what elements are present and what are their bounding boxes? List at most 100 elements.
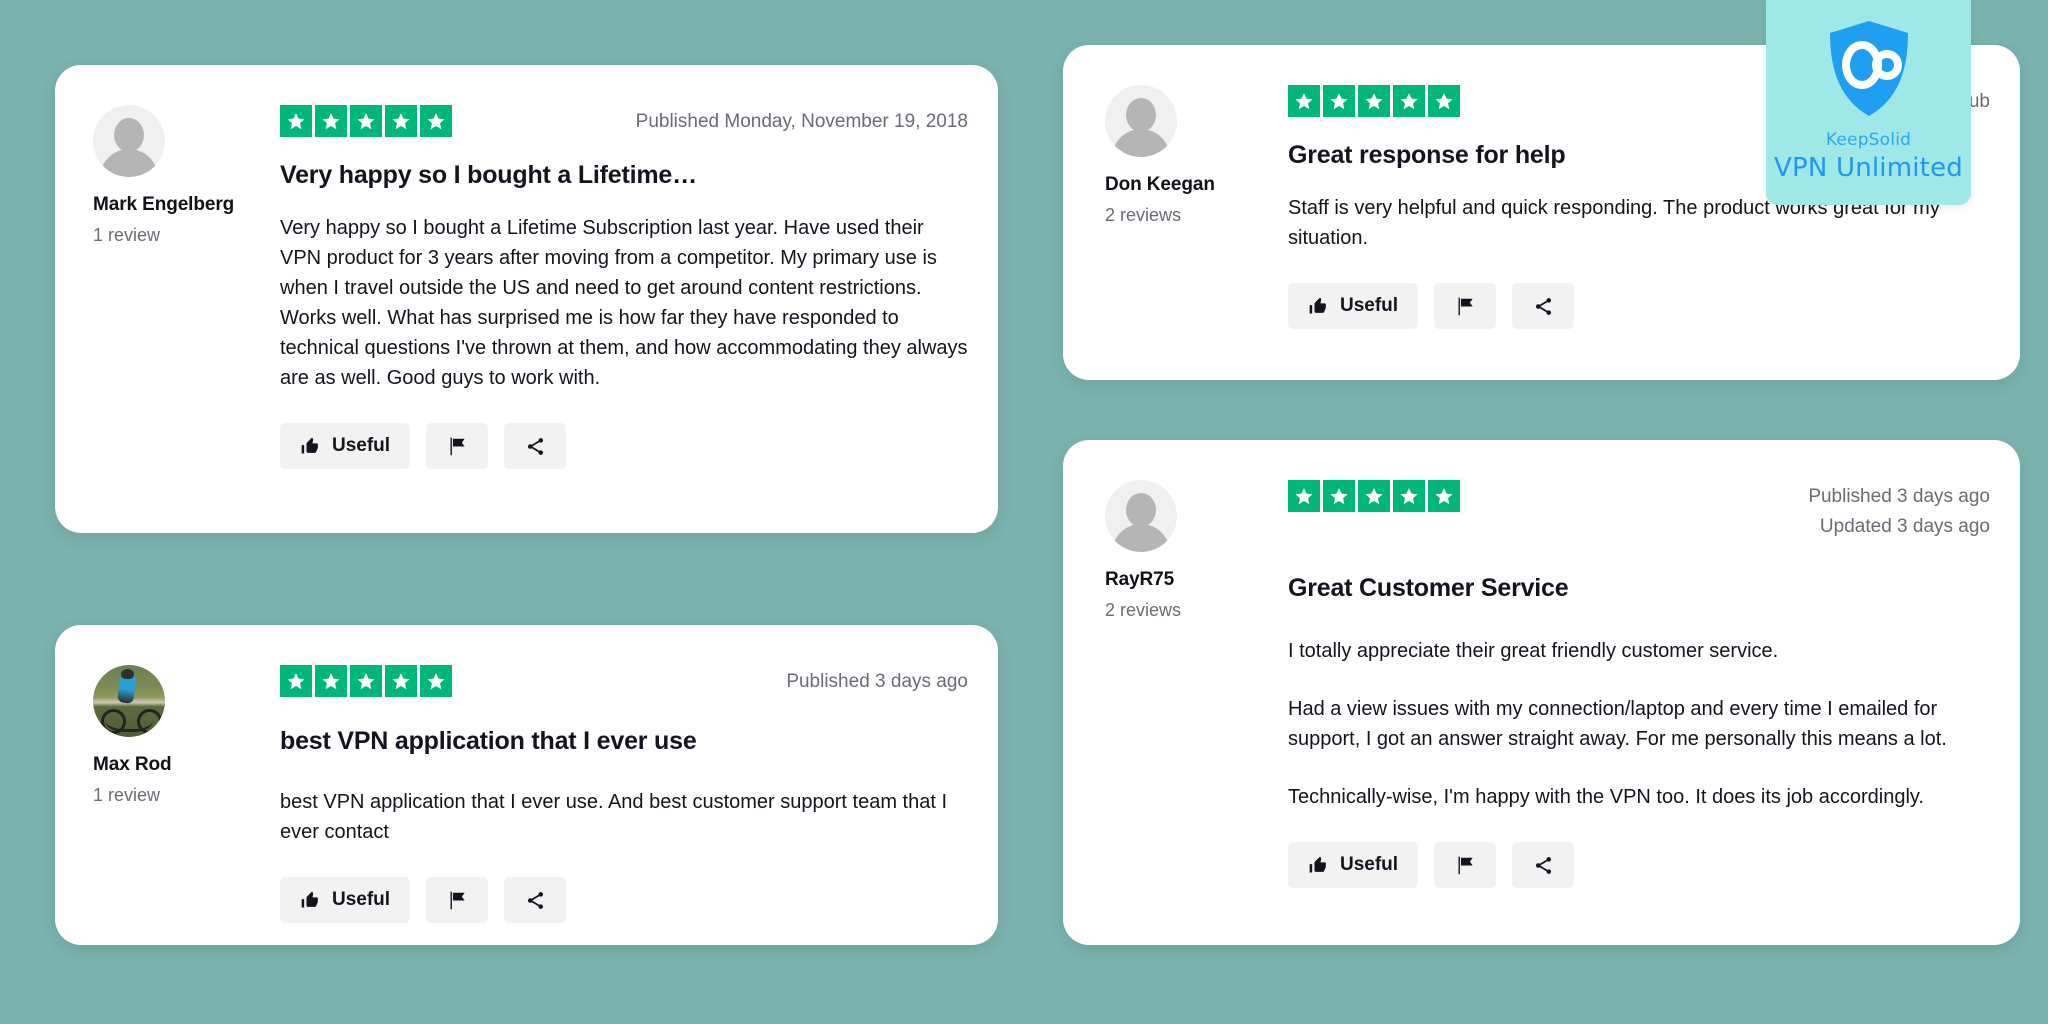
generic-avatar: [1105, 85, 1177, 157]
review-paragraph: I totally appreciate their great friendl…: [1288, 640, 1779, 662]
review-actions: Useful: [1288, 283, 1990, 329]
flag-icon: [447, 890, 468, 911]
review-meta: Published Monday, November 19, 2018: [636, 105, 968, 137]
thumbs-up-icon: [300, 436, 320, 456]
star-icon: [1288, 85, 1320, 117]
review-paragraph: Had a view issues with my connection/lap…: [1288, 698, 1947, 750]
useful-button[interactable]: Useful: [1288, 283, 1419, 329]
useful-label: Useful: [332, 435, 391, 456]
published-date: Published 3 days ago: [786, 671, 968, 692]
share-button[interactable]: [504, 423, 567, 469]
star-icon: [1393, 480, 1425, 512]
review-content-column: Published Monday, November 19, 2018 Very…: [280, 105, 998, 533]
review-body: best VPN application that I ever use. An…: [280, 787, 960, 847]
share-button[interactable]: [1512, 842, 1575, 888]
review-content-column: Published 3 days ago best VPN applicatio…: [280, 665, 998, 945]
report-button[interactable]: [426, 423, 489, 469]
report-button[interactable]: [1434, 283, 1497, 329]
star-icon: [350, 665, 382, 697]
report-button[interactable]: [426, 877, 489, 923]
review-title: Great Customer Service: [1288, 574, 1569, 602]
useful-label: Useful: [1340, 854, 1399, 875]
share-button[interactable]: [504, 877, 567, 923]
photo-avatar-cyclist: [93, 665, 165, 737]
review-content-column: Published 3 days ago Updated 3 days ago …: [1288, 480, 2020, 945]
star-icon: [385, 105, 417, 137]
star-rating: [280, 105, 452, 137]
review-title: Very happy so I bought a Lifetime…: [280, 161, 697, 189]
useful-label: Useful: [1340, 295, 1399, 316]
review-author-column: RayR75 2 reviews: [1063, 480, 1288, 945]
review-title: best VPN application that I ever use: [280, 727, 697, 755]
share-icon: [525, 890, 546, 911]
flag-icon: [1455, 855, 1476, 876]
share-icon: [525, 436, 546, 457]
thumbs-up-icon: [1308, 855, 1328, 875]
star-icon: [1358, 85, 1390, 117]
star-icon: [1428, 480, 1460, 512]
report-button[interactable]: [1434, 842, 1497, 888]
review-paragraph: Technically-wise, I'm happy with the VPN…: [1288, 786, 1924, 808]
published-date: Published 3 days ago: [1808, 486, 1990, 507]
star-icon: [385, 665, 417, 697]
author-name: Don Keegan: [1105, 174, 1215, 195]
review-actions: Useful: [280, 877, 968, 923]
keepsolid-vpn-badge[interactable]: KeepSolid VPN Unlimited: [1766, 0, 1971, 205]
brand-title: VPN Unlimited: [1774, 153, 1963, 183]
review-card: Mark Engelberg 1 review Published Monday…: [55, 65, 998, 533]
star-rating: [1288, 480, 1460, 512]
star-icon: [315, 105, 347, 137]
star-icon: [1288, 480, 1320, 512]
review-body: Very happy so I bought a Lifetime Subscr…: [280, 213, 968, 393]
star-icon: [1323, 85, 1355, 117]
flag-icon: [447, 436, 468, 457]
share-icon: [1533, 296, 1554, 317]
star-icon: [280, 105, 312, 137]
star-icon: [1428, 85, 1460, 117]
generic-avatar: [1105, 480, 1177, 552]
star-rating: [280, 665, 452, 697]
thumbs-up-icon: [300, 890, 320, 910]
brand-subtitle: KeepSolid: [1825, 130, 1912, 150]
review-author-column: Max Rod 1 review: [55, 665, 280, 945]
author-review-count: 1 review: [93, 785, 161, 805]
star-icon: [1393, 85, 1425, 117]
review-meta: Published 3 days ago: [786, 665, 968, 697]
generic-avatar: [93, 105, 165, 177]
star-icon: [1358, 480, 1390, 512]
review-card: RayR75 2 reviews Published 3 days ago Up…: [1063, 440, 2020, 945]
keepsolid-shield-logo: [1827, 20, 1911, 118]
review-actions: Useful: [1288, 842, 1990, 888]
author-review-count: 2 reviews: [1105, 600, 1182, 620]
review-actions: Useful: [280, 423, 968, 469]
author-review-count: 1 review: [93, 225, 161, 245]
star-icon: [315, 665, 347, 697]
star-rating: [1288, 85, 1460, 117]
review-meta: Published 3 days ago Updated 3 days ago: [1808, 480, 1990, 542]
share-icon: [1533, 855, 1554, 876]
useful-button[interactable]: Useful: [1288, 842, 1419, 888]
review-board: Mark Engelberg 1 review Published Monday…: [0, 0, 2048, 1024]
useful-button[interactable]: Useful: [280, 877, 411, 923]
star-icon: [280, 665, 312, 697]
author-name: RayR75: [1105, 569, 1175, 590]
author-name: Max Rod: [93, 754, 172, 775]
star-icon: [420, 105, 452, 137]
updated-date: Updated 3 days ago: [1819, 516, 1990, 537]
useful-button[interactable]: Useful: [280, 423, 411, 469]
share-button[interactable]: [1512, 283, 1575, 329]
star-icon: [1323, 480, 1355, 512]
review-body: I totally appreciate their great friendl…: [1288, 636, 1968, 812]
flag-icon: [1455, 296, 1476, 317]
review-paragraph: best VPN application that I ever use. An…: [280, 791, 948, 843]
review-paragraph: Very happy so I bought a Lifetime Subscr…: [280, 217, 968, 389]
useful-label: Useful: [332, 889, 391, 910]
review-author-column: Mark Engelberg 1 review: [55, 105, 280, 533]
published-date: Published Monday, November 19, 2018: [635, 111, 968, 132]
thumbs-up-icon: [1308, 296, 1328, 316]
star-icon: [350, 105, 382, 137]
author-name: Mark Engelberg: [93, 194, 235, 215]
review-author-column: Don Keegan 2 reviews: [1063, 85, 1288, 380]
review-card: Max Rod 1 review Published 3 days ago be…: [55, 625, 998, 945]
star-icon: [420, 665, 452, 697]
